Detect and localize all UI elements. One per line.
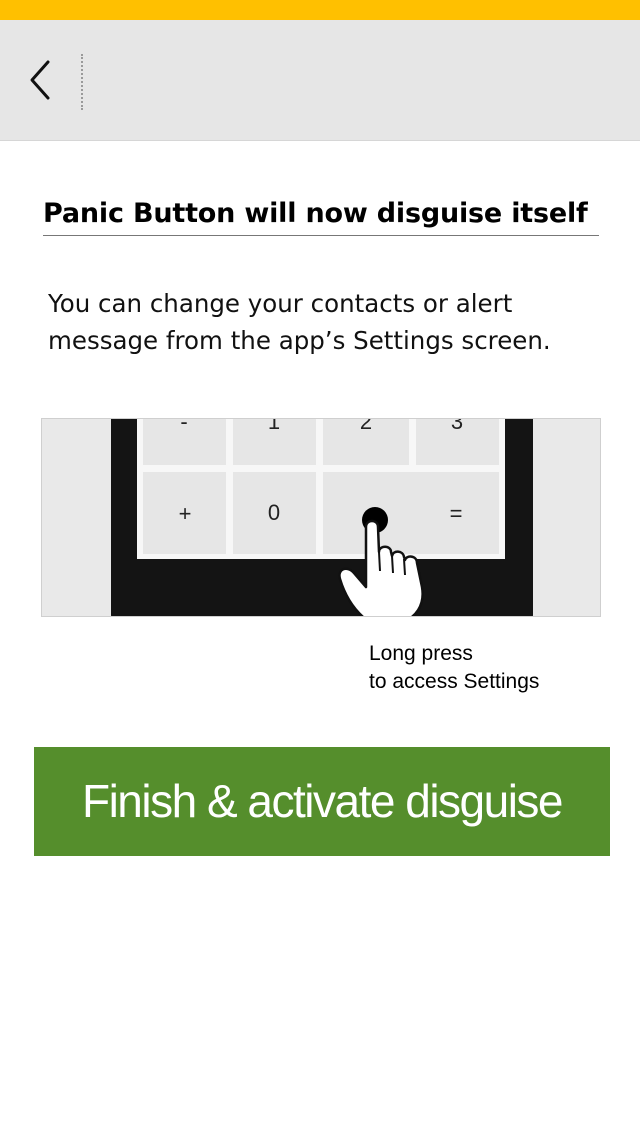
top-accent-bar <box>0 0 640 20</box>
navigation-bar <box>0 20 640 141</box>
key-label: = <box>450 501 463 526</box>
key-label: 3 <box>451 419 463 434</box>
caption-line: Long press <box>369 642 473 665</box>
back-button[interactable] <box>14 40 70 120</box>
intro-text: You can change your contacts or alert me… <box>48 289 551 355</box>
page-heading: Panic Button will now disguise itself <box>43 198 588 229</box>
caption-line: to access Settings <box>369 670 540 693</box>
keypad-key-wide <box>323 472 499 554</box>
key-label: - <box>180 419 187 434</box>
illustration-caption: Long press to access Settings <box>369 640 619 696</box>
key-label: 1 <box>268 419 280 434</box>
heading-underline <box>43 235 599 236</box>
key-label: + <box>179 501 192 526</box>
key-label: 0 <box>268 500 280 525</box>
long-press-illustration: - 1 2 3 + 0 = <box>41 418 601 617</box>
key-label: 2 <box>360 419 372 434</box>
nav-divider <box>81 54 83 110</box>
finish-activate-disguise-button[interactable]: Finish & activate disguise <box>34 747 610 856</box>
chevron-left-icon <box>14 40 70 120</box>
